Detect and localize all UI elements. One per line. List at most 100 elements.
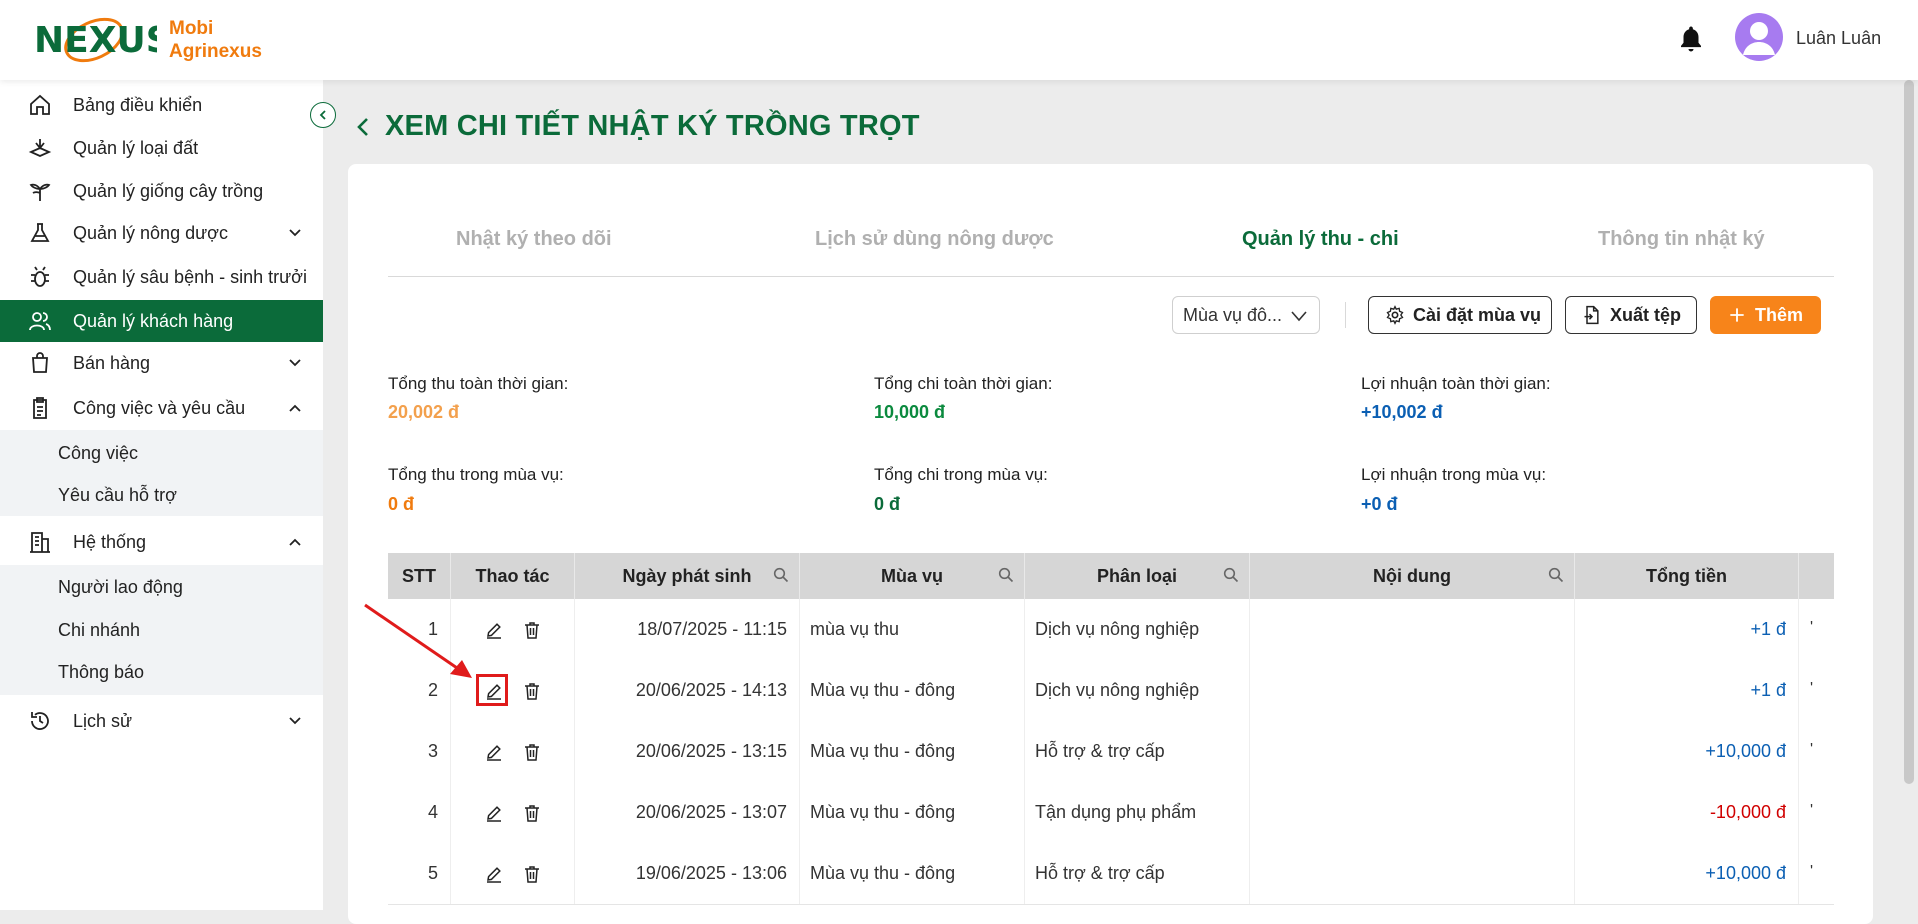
- cell-season: Mùa vụ thu - đông: [800, 660, 1025, 721]
- search-icon[interactable]: [1548, 567, 1564, 583]
- tab-tracking-log[interactable]: Nhật ký theo dõi: [456, 228, 612, 251]
- add-button[interactable]: Thêm: [1710, 296, 1821, 334]
- trash-icon[interactable]: [522, 681, 542, 701]
- export-button[interactable]: Xuất tệp: [1565, 296, 1697, 334]
- tab-log-info[interactable]: Thông tin nhật ký: [1598, 228, 1765, 251]
- brand-name: Mobi Agrinexus: [169, 17, 262, 63]
- cell-season: Mùa vụ thu - đông: [800, 782, 1025, 843]
- cell-amount: +10,000 đ: [1575, 721, 1799, 782]
- cell-amount: +1 đ: [1575, 599, 1799, 660]
- sidebar-subitem-branches[interactable]: Chi nhánh: [58, 620, 140, 641]
- season-expense-value: 0 đ: [874, 494, 901, 514]
- page-scrollbar[interactable]: [1904, 80, 1914, 784]
- cell-stt: 4: [388, 782, 451, 843]
- cell-date: 19/06/2025 - 13:06: [575, 843, 800, 904]
- sidebar-item-label: Quản lý loại đất: [73, 137, 199, 158]
- col-header-label: Ngày phát sinh: [622, 565, 752, 586]
- cell-category: Dịch vụ nông nghiệp: [1025, 660, 1250, 721]
- cell-amount: +1 đ: [1575, 660, 1799, 721]
- history-icon: [31, 712, 49, 730]
- col-header-label: Mùa vụ: [880, 565, 943, 586]
- trash-icon[interactable]: [522, 742, 542, 762]
- edit-icon[interactable]: [484, 803, 504, 823]
- col-header-category: Phân loại: [1025, 553, 1250, 599]
- sidebar-subitem-tasks[interactable]: Công việc: [58, 443, 138, 464]
- add-label: Thêm: [1755, 304, 1804, 325]
- cell-category: Hỗ trợ & trợ cấp: [1025, 843, 1250, 904]
- edit-icon[interactable]: [484, 864, 504, 884]
- season-select[interactable]: Mùa vụ đô...: [1172, 296, 1320, 334]
- cell-category: Dịch vụ nông nghiệp: [1025, 599, 1250, 660]
- edit-icon[interactable]: [484, 620, 504, 640]
- col-header-label: Tổng tiền: [1646, 565, 1727, 586]
- sidebar-subitem-notifications[interactable]: Thông báo: [58, 662, 144, 683]
- search-icon[interactable]: [998, 567, 1014, 583]
- season-profit-label: Lợi nhuận trong mùa vụ:: [1361, 465, 1547, 484]
- sidebar-item-history[interactable]: Lịch sử: [0, 700, 323, 742]
- cell-date: 20/06/2025 - 14:13: [575, 660, 800, 721]
- col-header-label: STT: [402, 565, 436, 586]
- search-icon[interactable]: [1223, 567, 1239, 583]
- sidebar-item-customers[interactable]: Quản lý khách hàng: [0, 300, 323, 342]
- plus-icon: [1730, 308, 1744, 322]
- avatar[interactable]: [1735, 13, 1783, 61]
- tab-pesticide-history[interactable]: Lịch sử dùng nông dược: [815, 228, 1054, 251]
- season-income-label: Tổng thu trong mùa vụ:: [388, 465, 564, 484]
- search-icon[interactable]: [773, 567, 789, 583]
- building-icon: [30, 532, 50, 553]
- cell-content: [1250, 721, 1575, 782]
- chevron-down-icon: [289, 359, 301, 367]
- sidebar-item-pests[interactable]: Quản lý sâu bệnh - sinh trưởi: [0, 256, 323, 298]
- trash-icon[interactable]: [522, 620, 542, 640]
- season-settings-button[interactable]: Cài đặt mùa vụ: [1368, 296, 1552, 334]
- logo[interactable]: NEXUS Mobi Agrinexus: [32, 10, 262, 70]
- cell-actions: [451, 843, 575, 904]
- sidebar-collapse-button[interactable]: [310, 102, 336, 128]
- trash-icon[interactable]: [522, 803, 542, 823]
- sidebar-item-land[interactable]: Quản lý loại đất: [0, 127, 323, 169]
- cell-date: 18/07/2025 - 11:15: [575, 599, 800, 660]
- flask-icon: [30, 223, 50, 242]
- sidebar-item-label: Bán hàng: [73, 352, 151, 373]
- sidebar-item-sales[interactable]: Bán hàng: [0, 342, 323, 384]
- sidebar-item-work[interactable]: Công việc và yêu cầu: [0, 387, 323, 429]
- tab-income-expense[interactable]: Quản lý thu - chi: [1242, 228, 1399, 251]
- total-income-label: Tổng thu toàn thời gian:: [388, 374, 569, 393]
- season-income-value: 0 đ: [388, 494, 415, 514]
- sidebar-item-label: Quản lý khách hàng: [73, 310, 234, 331]
- sidebar-item-pesticide[interactable]: Quản lý nông dược: [0, 212, 323, 254]
- total-expense-value: 10,000 đ: [874, 402, 946, 422]
- total-income-value: 20,002 đ: [388, 402, 460, 422]
- truncated-column-glyph: ': [1810, 863, 1814, 880]
- user-icon: [1743, 22, 1775, 55]
- table-header: STT Thao tác Ngày phát sinh Mùa vụ Phân …: [388, 553, 1834, 599]
- bag-icon: [32, 352, 48, 373]
- trash-icon[interactable]: [522, 864, 542, 884]
- bug-icon: [31, 266, 49, 287]
- sidebar-item-label: Hệ thống: [73, 531, 147, 552]
- cell-season: Mùa vụ thu - đông: [800, 843, 1025, 904]
- sidebar-item-label: Công việc và yêu cầu: [73, 397, 246, 418]
- col-header-actions: Thao tác: [451, 553, 575, 599]
- cell-date: 20/06/2025 - 13:15: [575, 721, 800, 782]
- clipboard-icon: [33, 397, 47, 419]
- col-header-amount: Tổng tiền: [1575, 553, 1799, 599]
- plant-icon: [29, 183, 51, 201]
- annotation-highlight-box: [476, 674, 508, 706]
- sidebar-subitem-workers[interactable]: Người lao động: [58, 577, 183, 598]
- total-expense-label: Tổng chi toàn thời gian:: [874, 374, 1053, 393]
- sidebar-item-system[interactable]: Hệ thống: [0, 521, 323, 563]
- bell-icon[interactable]: [1676, 24, 1706, 54]
- sidebar-subitem-support[interactable]: Yêu cầu hỗ trợ: [58, 485, 177, 506]
- sidebar-item-seeds[interactable]: Quản lý giống cây trồng: [0, 170, 323, 212]
- brand-line-1: Mobi: [169, 18, 214, 39]
- brand-line-2: Agrinexus: [169, 41, 262, 62]
- table-row: 3 20/06/2025 - 13:15 Mùa vụ thu - đông H…: [388, 721, 1834, 783]
- username[interactable]: Luân Luân: [1796, 28, 1881, 49]
- season-profit-value: +0 đ: [1361, 494, 1398, 514]
- back-icon[interactable]: [355, 116, 373, 138]
- sidebar-item-dashboard[interactable]: Bảng điều khiển: [0, 84, 323, 126]
- nexus-logo-icon: NEXUS: [34, 17, 157, 63]
- cell-amount: -10,000 đ: [1575, 782, 1799, 843]
- edit-icon[interactable]: [484, 742, 504, 762]
